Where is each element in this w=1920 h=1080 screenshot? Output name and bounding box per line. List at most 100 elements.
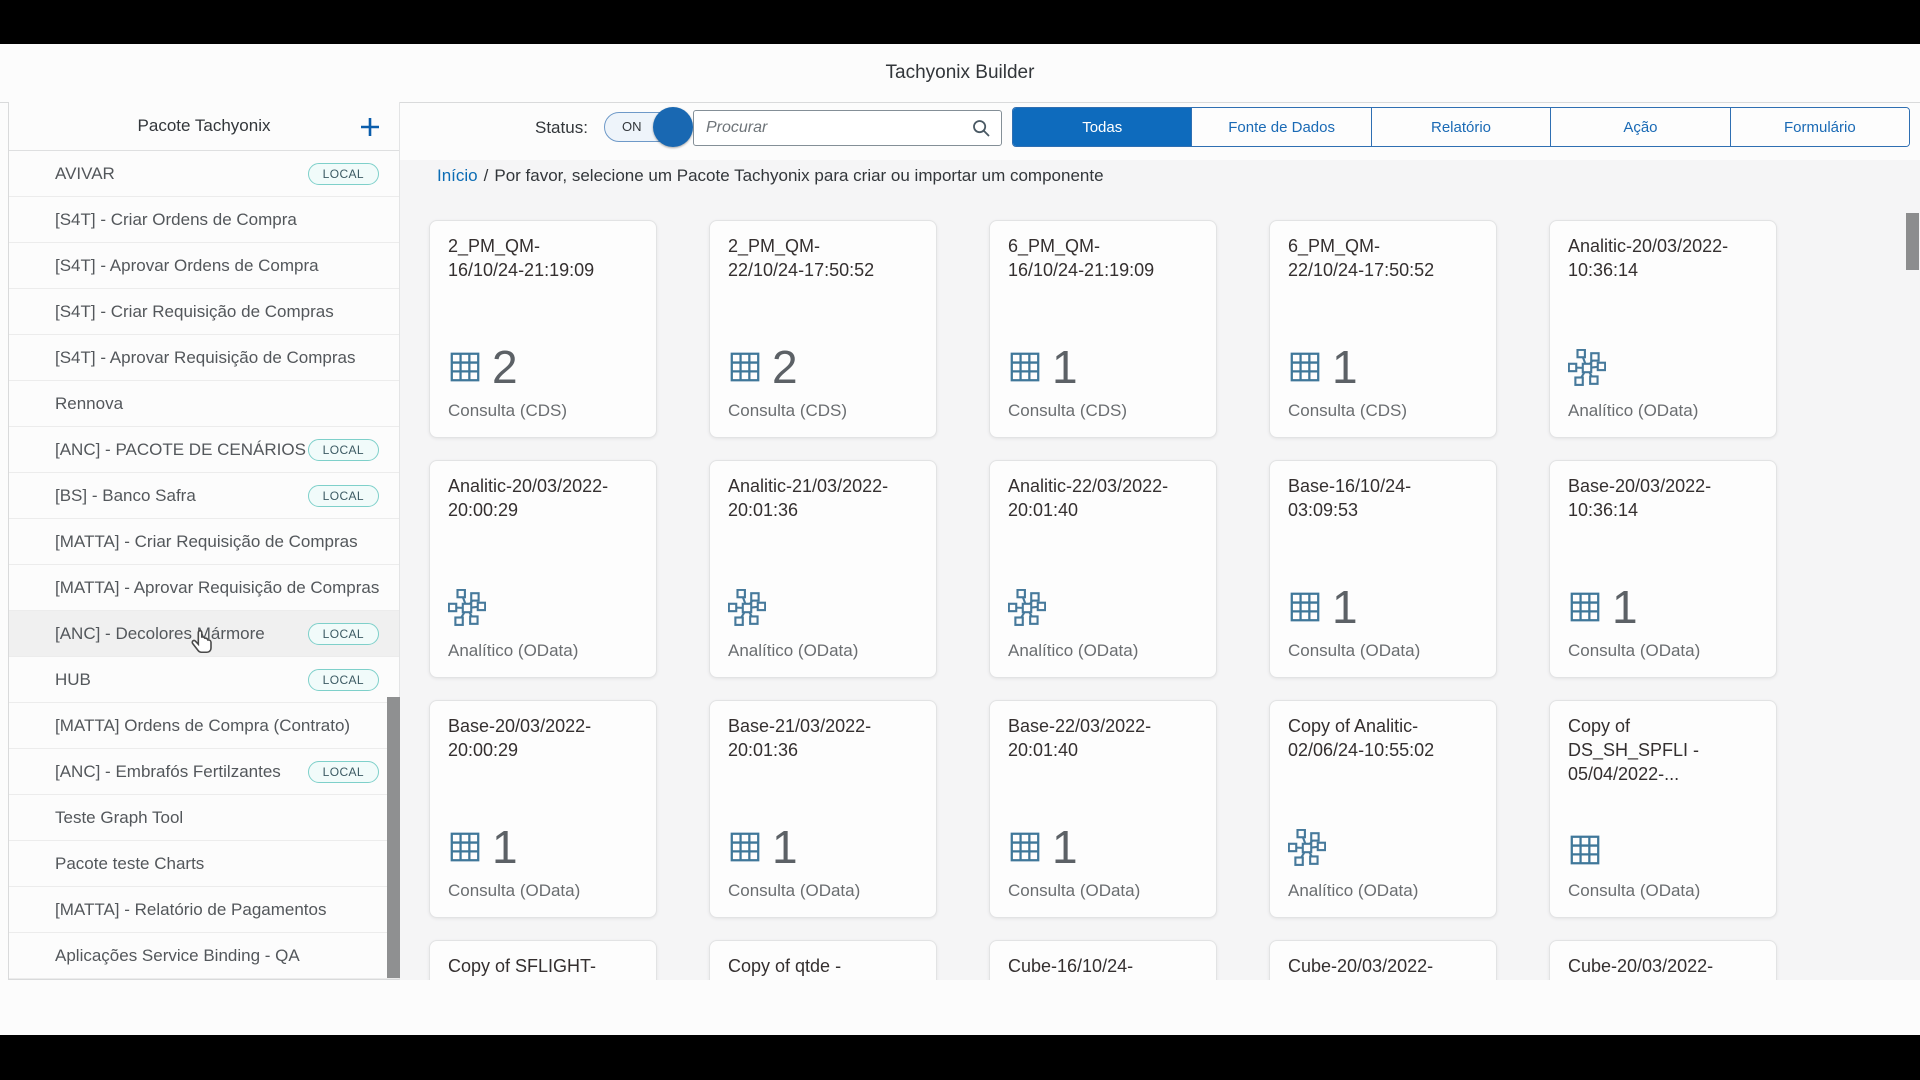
sidebar-item-label: [ANC] - Decolores Mármore: [55, 624, 308, 644]
tile[interactable]: Copy of Analitic- 02/06/24-10:55:02 Anal…: [1269, 700, 1497, 918]
table-icon: [448, 350, 482, 384]
tile[interactable]: Cube-20/03/2022-: [1549, 940, 1777, 980]
sidebar-item[interactable]: [ANC] - PACOTE DE CENÁRIOSLOCAL: [9, 427, 399, 473]
tile[interactable]: 6_PM_QM- 16/10/24-21:19:09 1 Consulta (C…: [989, 220, 1217, 438]
sidebar-item-label: Teste Graph Tool: [55, 808, 379, 828]
tachyonix-builder-screen: Tachyonix Builder Pacote Tachyonix AVIVA…: [0, 0, 1920, 1080]
tile-count: 2: [772, 347, 798, 387]
tile-title: Copy of qtde -: [728, 955, 920, 979]
tile-title: Analitic-22/03/2022- 20:01:40: [1008, 475, 1200, 523]
table-icon: [1568, 833, 1602, 867]
breadcrumb-separator: /: [478, 166, 495, 185]
tile-title: Base-22/03/2022- 20:01:40: [1008, 715, 1200, 763]
tile-type: Analítico (OData): [1568, 401, 1698, 421]
tile[interactable]: Base-20/03/2022- 10:36:14 1 Consulta (OD…: [1549, 460, 1777, 678]
status-toggle[interactable]: ON: [604, 112, 690, 142]
tile-type: Consulta (OData): [728, 881, 860, 901]
sidebar-item-label: Rennova: [55, 394, 379, 414]
sidebar-item[interactable]: [BS] - Banco SafraLOCAL: [9, 473, 399, 519]
tile[interactable]: Cube-16/10/24-: [989, 940, 1217, 980]
local-badge: LOCAL: [308, 485, 379, 507]
tile-title: 6_PM_QM- 16/10/24-21:19:09: [1008, 235, 1200, 283]
add-package-button[interactable]: [357, 114, 383, 140]
tile[interactable]: Analitic-21/03/2022- 20:01:36 Analítico …: [709, 460, 937, 678]
tile[interactable]: Analitic-22/03/2022- 20:01:40 Analítico …: [989, 460, 1217, 678]
tile[interactable]: Base-22/03/2022- 20:01:40 1 Consulta (OD…: [989, 700, 1217, 918]
tile-title: Base-21/03/2022- 20:01:36: [728, 715, 920, 763]
tile-count: 1: [772, 827, 798, 867]
tile-count: 1: [1052, 347, 1078, 387]
sidebar-scrollbar-thumb[interactable]: [387, 697, 400, 978]
sidebar-item-hovered[interactable]: [ANC] - Decolores MármoreLOCAL: [9, 611, 399, 657]
search-icon[interactable]: [972, 119, 991, 138]
tab-formulario[interactable]: Formulário: [1730, 108, 1909, 146]
sidebar-item[interactable]: [S4T] - Criar Requisição de Compras: [9, 289, 399, 335]
sidebar-item[interactable]: HUBLOCAL: [9, 657, 399, 703]
tile[interactable]: Analitic-20/03/2022- 10:36:14 Analítico …: [1549, 220, 1777, 438]
tile-type: Analítico (OData): [448, 641, 578, 661]
table-icon: [728, 830, 762, 864]
sidebar-item[interactable]: Pacote teste Charts: [9, 841, 399, 887]
table-icon: [1288, 350, 1322, 384]
sidebar-item[interactable]: Rennova: [9, 381, 399, 427]
sidebar-item[interactable]: [MATTA] - Relatório de Pagamentos: [9, 887, 399, 933]
tile-count: 1: [1332, 587, 1358, 627]
main-scrollbar-thumb[interactable]: [1906, 213, 1919, 270]
sidebar-item[interactable]: [S4T] - Criar Ordens de Compra: [9, 197, 399, 243]
sidebar-item[interactable]: [MATTA] Ordens de Compra (Contrato): [9, 703, 399, 749]
local-badge: LOCAL: [308, 163, 379, 185]
tile[interactable]: 6_PM_QM- 22/10/24-17:50:52 1 Consulta (C…: [1269, 220, 1497, 438]
tab-acao[interactable]: Ação: [1550, 108, 1729, 146]
tile[interactable]: Base-20/03/2022- 20:00:29 1 Consulta (OD…: [429, 700, 657, 918]
tile-type: Analítico (OData): [1008, 641, 1138, 661]
breadcrumb: Início/Por favor, selecione um Pacote Ta…: [437, 166, 1104, 186]
tile[interactable]: Base-21/03/2022- 20:01:36 1 Consulta (OD…: [709, 700, 937, 918]
sidebar-item[interactable]: [S4T] - Aprovar Ordens de Compra: [9, 243, 399, 289]
tile-title: Analitic-20/03/2022- 10:36:14: [1568, 235, 1760, 283]
top-black-bar: [0, 0, 1920, 44]
breadcrumb-home-link[interactable]: Início: [437, 166, 478, 185]
tile-type: Consulta (OData): [448, 881, 580, 901]
tile-type: Analítico (OData): [1288, 881, 1418, 901]
tab-todas[interactable]: Todas: [1013, 108, 1191, 146]
tile-type: Consulta (OData): [1568, 641, 1700, 661]
sidebar-item[interactable]: [S4T] - Aprovar Requisição de Compras: [9, 335, 399, 381]
tile-count: 1: [1612, 587, 1638, 627]
sidebar-item[interactable]: [MATTA] - Criar Requisição de Compras: [9, 519, 399, 565]
tile[interactable]: Copy of SFLIGHT-: [429, 940, 657, 980]
tile-type: Consulta (CDS): [728, 401, 847, 421]
tile[interactable]: Copy of DS_SH_SPFLI - 05/04/2022-... Con…: [1549, 700, 1777, 918]
toggle-knob[interactable]: [653, 107, 693, 147]
tile-title: Copy of SFLIGHT-: [448, 955, 640, 979]
tile-type: Consulta (OData): [1008, 881, 1140, 901]
search-input[interactable]: [694, 111, 1001, 145]
tile-count: 1: [1052, 827, 1078, 867]
tile-title: Base-20/03/2022- 20:00:29: [448, 715, 640, 763]
tile[interactable]: 2_PM_QM- 16/10/24-21:19:09 2 Consulta (C…: [429, 220, 657, 438]
table-icon: [1008, 830, 1042, 864]
table-icon: [1568, 590, 1602, 624]
tile-type: Analítico (OData): [728, 641, 858, 661]
tile-title: Base-20/03/2022- 10:36:14: [1568, 475, 1760, 523]
sidebar-item[interactable]: Aplicações Service Binding - QA: [9, 933, 399, 979]
tile[interactable]: Cube-20/03/2022-: [1269, 940, 1497, 980]
tile[interactable]: Analitic-20/03/2022- 20:00:29 Analítico …: [429, 460, 657, 678]
sidebar-item[interactable]: [ANC] - Embrafós FertilzantesLOCAL: [9, 749, 399, 795]
sidebar-item[interactable]: Teste Graph Tool: [9, 795, 399, 841]
plus-icon: [358, 115, 382, 139]
tile[interactable]: 2_PM_QM- 22/10/24-17:50:52 2 Consulta (C…: [709, 220, 937, 438]
tab-fonte-de-dados[interactable]: Fonte de Dados: [1191, 108, 1370, 146]
tile[interactable]: Copy of qtde -: [709, 940, 937, 980]
tile-title: Copy of Analitic- 02/06/24-10:55:02: [1288, 715, 1480, 763]
app-header: Tachyonix Builder: [0, 44, 1920, 103]
tile-type: Consulta (CDS): [448, 401, 567, 421]
sidebar-item[interactable]: [MATTA] - Aprovar Requisição de Compras: [9, 565, 399, 611]
tab-relatorio[interactable]: Relatório: [1371, 108, 1550, 146]
table-icon: [448, 830, 482, 864]
tile-title: Cube-16/10/24-: [1008, 955, 1200, 979]
sidebar-item-label: [MATTA] Ordens de Compra (Contrato): [55, 716, 379, 736]
tile[interactable]: Base-16/10/24- 03:09:53 1 Consulta (ODat…: [1269, 460, 1497, 678]
sidebar-item[interactable]: AVIVARLOCAL: [9, 151, 399, 197]
tile-title: 2_PM_QM- 16/10/24-21:19:09: [448, 235, 640, 283]
tile-title: 2_PM_QM- 22/10/24-17:50:52: [728, 235, 920, 283]
